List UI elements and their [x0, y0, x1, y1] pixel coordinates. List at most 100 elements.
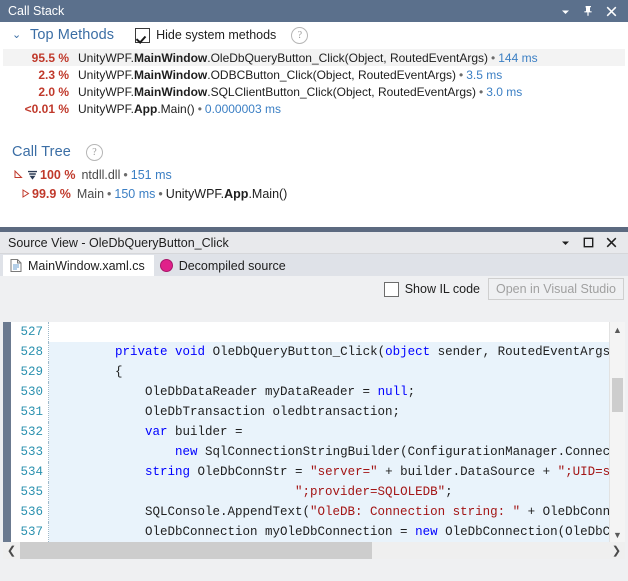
- line-number: 537: [11, 522, 49, 542]
- code-lines[interactable]: 527 528 private void OleDbQueryButton_Cli…: [11, 322, 610, 542]
- call-tree-time: 150 ms: [114, 186, 156, 201]
- line-number: 530: [11, 382, 49, 402]
- call-tree-list: 100 % ntdll.dll • 151 ms 99.9 % Main • 150 …: [3, 165, 625, 203]
- code-line[interactable]: 532 var builder =: [11, 422, 610, 442]
- line-text[interactable]: ";provider=SQLOLEDB";: [49, 482, 610, 502]
- call-tree-row[interactable]: 100 % ntdll.dll • 151 ms: [3, 165, 625, 184]
- editor-vertical-scrollbar[interactable]: ▲ ▼: [609, 322, 625, 542]
- line-text[interactable]: OleDbTransaction oledbtransaction;: [49, 402, 610, 422]
- separator-dot: •: [491, 50, 496, 65]
- line-text[interactable]: [49, 322, 610, 342]
- line-number: 536: [11, 502, 49, 522]
- checkbox-box[interactable]: [135, 27, 151, 43]
- hscroll-track[interactable]: [20, 542, 608, 559]
- method-time: 3.5 ms: [466, 67, 503, 82]
- line-number: 533: [11, 442, 49, 462]
- code-editor: 527 528 private void OleDbQueryButton_Cli…: [3, 322, 625, 559]
- code-line[interactable]: 530 OleDbDataReader myDataReader = null;: [11, 382, 610, 402]
- top-method-row[interactable]: 95.5 % UnityWPF.MainWindow.OleDbQueryButt…: [3, 49, 625, 66]
- line-number: 532: [11, 422, 49, 442]
- call-tree-header: Call Tree ?: [3, 139, 625, 165]
- tab-decompiled-source[interactable]: Decompiled source: [154, 255, 295, 276]
- hide-system-methods-checkbox[interactable]: Hide system methods: [135, 27, 276, 43]
- code-line[interactable]: 533 new SqlConnectionStringBuilder(Confi…: [11, 442, 610, 462]
- line-text[interactable]: OleDbDataReader myDataReader = null;: [49, 382, 610, 402]
- code-line[interactable]: 534 string OleDbConnStr = "server=" + bu…: [11, 462, 610, 482]
- top-methods-title: Top Methods: [30, 27, 115, 43]
- line-number: 534: [11, 462, 49, 482]
- profiler-window: Call Stack ⌄ Top Methods Hide system met…: [0, 0, 628, 581]
- method-percent: <0.01 %: [24, 101, 69, 116]
- line-text[interactable]: new SqlConnectionStringBuilder(Configura…: [49, 442, 610, 462]
- maximize-icon[interactable]: [582, 236, 595, 249]
- vscroll-thumb[interactable]: [612, 378, 623, 412]
- scroll-right-icon[interactable]: ❯: [608, 542, 625, 559]
- code-line[interactable]: 536 SQLConsole.AppendText("OleDB: Connec…: [11, 502, 610, 522]
- line-number: 528: [11, 342, 49, 362]
- top-method-row[interactable]: <0.01 % UnityWPF.App.Main() • 0.0000003 m…: [3, 100, 625, 117]
- call-tree-percent: 99.9 %: [32, 186, 71, 201]
- help-icon[interactable]: ?: [85, 143, 103, 161]
- expander-collapsed-icon[interactable]: [19, 189, 32, 198]
- hot-path-icon: [25, 170, 40, 180]
- close-icon[interactable]: [605, 236, 618, 249]
- tab-label: MainWindow.xaml.cs: [28, 258, 145, 273]
- call-tree-frame: UnityWPF.App.Main(): [165, 186, 288, 201]
- call-tree-time: 151 ms: [130, 167, 172, 182]
- code-line[interactable]: 537 OleDbConnection myOleDbConnection = …: [11, 522, 610, 542]
- method-signature: UnityWPF.MainWindow.ODBCButton_Click(Obj…: [78, 67, 456, 82]
- help-icon[interactable]: ?: [291, 26, 309, 44]
- line-number: 531: [11, 402, 49, 422]
- method-time: 144 ms: [498, 50, 538, 65]
- line-text[interactable]: var builder =: [49, 422, 610, 442]
- method-signature: UnityWPF.App.Main(): [78, 101, 195, 116]
- expander-expanded-icon[interactable]: [12, 170, 25, 179]
- pin-icon[interactable]: [582, 5, 595, 18]
- show-il-code-checkbox[interactable]: Show IL code: [383, 281, 480, 297]
- line-text[interactable]: OleDbConnection myOleDbConnection = new …: [49, 522, 610, 542]
- method-time: 0.0000003 ms: [204, 101, 281, 116]
- scroll-left-icon[interactable]: ❮: [3, 542, 20, 559]
- chevron-down-icon[interactable]: ⌄: [12, 29, 23, 41]
- code-line[interactable]: 528 private void OleDbQueryButton_Click(…: [11, 342, 610, 362]
- code-line[interactable]: 529 {: [11, 362, 610, 382]
- checkbox-box[interactable]: [383, 281, 399, 297]
- source-view-pane: Source View - OleDbQueryButton_Click Mai…: [0, 232, 628, 581]
- call-stack-pane: Call Stack ⌄ Top Methods Hide system met…: [0, 0, 628, 230]
- separator-dot: •: [158, 186, 163, 201]
- call-stack-titlebar: Call Stack: [0, 0, 628, 22]
- line-text[interactable]: {: [49, 362, 610, 382]
- code-line[interactable]: 531 OleDbTransaction oledbtransaction;: [11, 402, 610, 422]
- chevron-down-icon[interactable]: [559, 5, 572, 18]
- top-method-row[interactable]: 2.0 % UnityWPF.MainWindow.SQLClientButton…: [3, 83, 625, 100]
- line-text[interactable]: SQLConsole.AppendText("OleDB: Connection…: [49, 502, 610, 522]
- source-view-titlebar: Source View - OleDbQueryButton_Click: [0, 232, 628, 254]
- source-view-title: Source View - OleDbQueryButton_Click: [8, 235, 229, 250]
- line-text[interactable]: private void OleDbQueryButton_Click(obje…: [49, 342, 610, 362]
- separator-dot: •: [479, 84, 484, 99]
- document-icon: [9, 259, 23, 273]
- scroll-up-icon[interactable]: ▲: [610, 322, 625, 337]
- call-tree-row[interactable]: 99.9 % Main • 150 ms • UnityWPF.App.Main(…: [3, 184, 625, 203]
- code-line[interactable]: 535 ";provider=SQLOLEDB";: [11, 482, 610, 502]
- call-tree-name: ntdll.dll: [81, 167, 121, 182]
- source-tabstrip: MainWindow.xaml.cs Decompiled source: [0, 254, 628, 276]
- open-in-visual-studio-button[interactable]: Open in Visual Studio: [488, 278, 624, 300]
- top-method-row[interactable]: 2.3 % UnityWPF.MainWindow.ODBCButton_Clic…: [3, 66, 625, 83]
- hscroll-thumb[interactable]: [20, 542, 372, 559]
- top-methods-header[interactable]: ⌄ Top Methods Hide system methods ?: [3, 22, 625, 48]
- call-tree-name: Main: [76, 186, 105, 201]
- chevron-down-icon[interactable]: [559, 236, 572, 249]
- call-stack-title: Call Stack: [8, 4, 65, 18]
- tab-mainwindow-xaml-cs[interactable]: MainWindow.xaml.cs: [3, 255, 154, 276]
- method-percent: 2.3 %: [38, 67, 69, 82]
- method-signature: UnityWPF.MainWindow.OleDbQueryButton_Cli…: [78, 50, 489, 65]
- code-line[interactable]: 527: [11, 322, 610, 342]
- method-signature: UnityWPF.MainWindow.SQLClientButton_Clic…: [78, 84, 477, 99]
- call-tree-percent: 100 %: [40, 167, 76, 182]
- separator-dot: •: [107, 186, 112, 201]
- editor-horizontal-scrollbar[interactable]: ❮ ❯: [3, 542, 625, 559]
- line-text[interactable]: string OleDbConnStr = "server=" + builde…: [49, 462, 610, 482]
- close-icon[interactable]: [605, 5, 618, 18]
- scroll-down-icon[interactable]: ▼: [610, 527, 625, 542]
